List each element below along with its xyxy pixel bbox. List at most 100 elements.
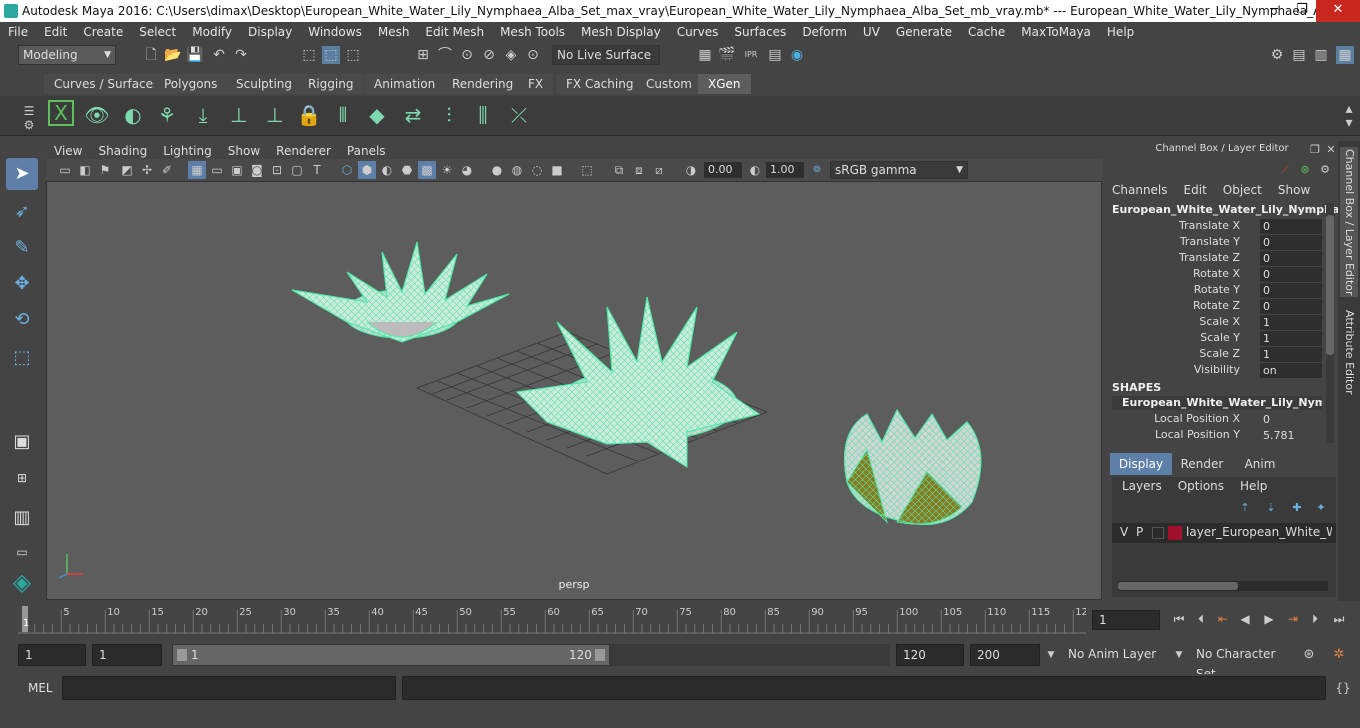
shape-attr-row[interactable]: Local Position X 0 [1106, 412, 1328, 428]
attr-value[interactable]: 0 [1260, 299, 1322, 314]
shadows-icon[interactable]: ◕ [458, 161, 476, 179]
isolate-select-icon[interactable]: ⬚ [578, 161, 596, 179]
shelf-settings-icon[interactable]: ⚙ [20, 116, 38, 134]
menu-maxtomaya[interactable]: MaxToMaya [1013, 25, 1099, 39]
play-backwards-icon[interactable]: ◀ [1236, 610, 1254, 628]
xgen-delete-guide-icon[interactable]: ⤫ [504, 100, 534, 130]
render-settings-icon[interactable]: ▦ [696, 46, 714, 64]
attr-value[interactable]: 1 [1260, 331, 1322, 346]
resolution-gate-icon[interactable]: ▣ [228, 161, 246, 179]
attr-row[interactable]: Translate Z 0 [1106, 251, 1328, 267]
menu-uv[interactable]: UV [855, 25, 888, 39]
script-editor-icon[interactable]: {} [1334, 679, 1352, 697]
scrollbar-thumb[interactable] [1326, 215, 1334, 355]
step-back-frame-icon[interactable]: ⏴ [1192, 610, 1210, 628]
attr-value[interactable]: 5.781 [1260, 428, 1322, 443]
make-live-icon[interactable]: ⊙ [524, 46, 542, 64]
shelf-tab-fx-caching[interactable]: FX Caching [556, 74, 644, 94]
snap-surface-icon[interactable]: ◈ [502, 46, 520, 64]
layer-color-swatch[interactable] [1168, 526, 1182, 540]
gamma-field[interactable]: 1.00 [766, 162, 804, 178]
new-layer-icon[interactable]: ✚ [1288, 499, 1306, 517]
open-scene-icon[interactable]: 📂 [164, 46, 182, 64]
layer-row[interactable]: V P layer_European_White_Water [1112, 523, 1336, 543]
layer-visibility-toggle[interactable]: V [1120, 525, 1128, 539]
layer-tab-display[interactable]: Display [1110, 453, 1172, 475]
step-back-key-icon[interactable]: ⇤ [1214, 610, 1232, 628]
shelf-tab-curves-surfaces[interactable]: Curves / Surfaces [44, 74, 170, 94]
attr-value[interactable]: 0 [1260, 412, 1322, 427]
attr-row[interactable]: Rotate Y 0 [1106, 283, 1328, 299]
use-lights-icon[interactable]: ☀ [438, 161, 456, 179]
menu-file[interactable]: File [0, 25, 36, 39]
xgen-add-icon[interactable]: ⊥ [224, 100, 254, 130]
camera-select-icon[interactable]: ▭ [56, 161, 74, 179]
side-by-side-layout-icon[interactable]: ▥ [6, 502, 38, 534]
side-tab-attribute-editor[interactable]: Attribute Editor [1340, 307, 1358, 397]
animation-prefs-icon[interactable]: ✲ [1330, 646, 1348, 664]
attr-row[interactable]: Scale Z 1 [1106, 347, 1328, 363]
xray-icon[interactable]: ▩ [418, 161, 436, 179]
maximize-button[interactable]: ❐ [1288, 0, 1316, 22]
select-hierarchy-icon[interactable]: ⬚ [300, 46, 318, 64]
select-tool-icon[interactable]: ➤ [6, 158, 38, 190]
mel-label[interactable]: MEL [28, 681, 53, 695]
attr-value[interactable]: 0 [1260, 283, 1322, 298]
channel-menu-show[interactable]: Show [1278, 183, 1310, 197]
attr-value[interactable]: on [1260, 363, 1322, 378]
water-lily-2[interactable] [515, 296, 761, 468]
menuset-dropdown[interactable]: Modeling ▼ [18, 45, 116, 65]
scale-tool-icon[interactable]: ⬚ [6, 342, 38, 374]
attr-value[interactable]: 0 [1260, 251, 1322, 266]
manipulator-icon[interactable]: ⊛ [1296, 161, 1314, 179]
layer-menu-layers[interactable]: Layers [1122, 479, 1162, 493]
step-forward-frame-icon[interactable]: ⏵ [1306, 610, 1324, 628]
attr-value[interactable]: 0 [1260, 219, 1322, 234]
range-end-handle[interactable] [595, 649, 605, 661]
four-pane-layout-icon[interactable]: ⊞ [6, 462, 38, 494]
layer-menu-help[interactable]: Help [1240, 479, 1267, 493]
shelf-tab-xgen[interactable]: XGen [698, 74, 751, 94]
channel-menu-channels[interactable]: Channels [1112, 183, 1168, 197]
menu-deform[interactable]: Deform [794, 25, 855, 39]
attr-value[interactable]: 0 [1260, 267, 1322, 282]
playback-start-field[interactable]: 1 [92, 644, 162, 666]
shape-attr-row[interactable]: Local Position Y 5.781 [1106, 428, 1328, 444]
attr-row[interactable]: Translate Y 0 [1106, 235, 1328, 251]
shelf-scroll-down-icon[interactable]: ▾ [1340, 114, 1358, 132]
layer-name[interactable]: layer_European_White_Water [1186, 525, 1332, 539]
water-lily-bud[interactable] [844, 408, 982, 525]
xray-active-icon[interactable]: ⧈ [630, 161, 648, 179]
anim-layer-dropdown[interactable]: No Anim Layer [1062, 644, 1162, 666]
viewport-menu-shading[interactable]: Shading [90, 141, 155, 161]
color-management-icon[interactable]: ⊚ [808, 161, 826, 179]
attr-value[interactable]: 1 [1260, 347, 1322, 362]
viewport-menu-panels[interactable]: Panels [339, 141, 394, 161]
grease-pencil-icon[interactable]: ✐ [158, 161, 176, 179]
attr-row[interactable]: Scale X 1 [1106, 315, 1328, 331]
colorspace-dropdown[interactable]: sRGB gamma ▼ [830, 161, 968, 179]
xgen-rebuild-icon[interactable]: ⇄ [398, 100, 428, 130]
scene-end-field[interactable]: 200 [970, 644, 1040, 666]
shelf-tab-fx[interactable]: FX [518, 74, 554, 94]
xgen-layer-icon[interactable]: ◆ [362, 100, 392, 130]
rotate-tool-icon[interactable]: ⟲ [6, 304, 38, 336]
new-layer-selected-icon[interactable]: ✦ [1312, 499, 1330, 517]
layer-tab-anim[interactable]: Anim [1232, 453, 1288, 475]
settings-icon[interactable]: ⚙ [1316, 161, 1334, 179]
attr-row[interactable]: Rotate X 0 [1106, 267, 1328, 283]
menu-select[interactable]: Select [131, 25, 184, 39]
shelf-tab-animation[interactable]: Animation [364, 74, 446, 94]
lasso-tool-icon[interactable]: ➶ [6, 196, 38, 228]
viewport-menu-show[interactable]: Show [220, 141, 268, 161]
xgen-visibility-icon[interactable]: ⊥ [260, 100, 290, 130]
snap-view-icon[interactable]: ⊘ [480, 46, 498, 64]
render-frame-icon[interactable]: 🎬 [718, 46, 736, 64]
xgen-leaf-icon[interactable]: ◐ [118, 100, 148, 130]
attr-row[interactable]: Translate X 0 [1106, 219, 1328, 235]
scrollbar-thumb[interactable] [1118, 582, 1238, 590]
menu-mesh-display[interactable]: Mesh Display [573, 25, 669, 39]
channel-box-scrollbar[interactable] [1326, 203, 1334, 443]
layer-tab-render[interactable]: Render [1174, 453, 1230, 475]
gate-mask-icon[interactable]: ◙ [248, 161, 266, 179]
